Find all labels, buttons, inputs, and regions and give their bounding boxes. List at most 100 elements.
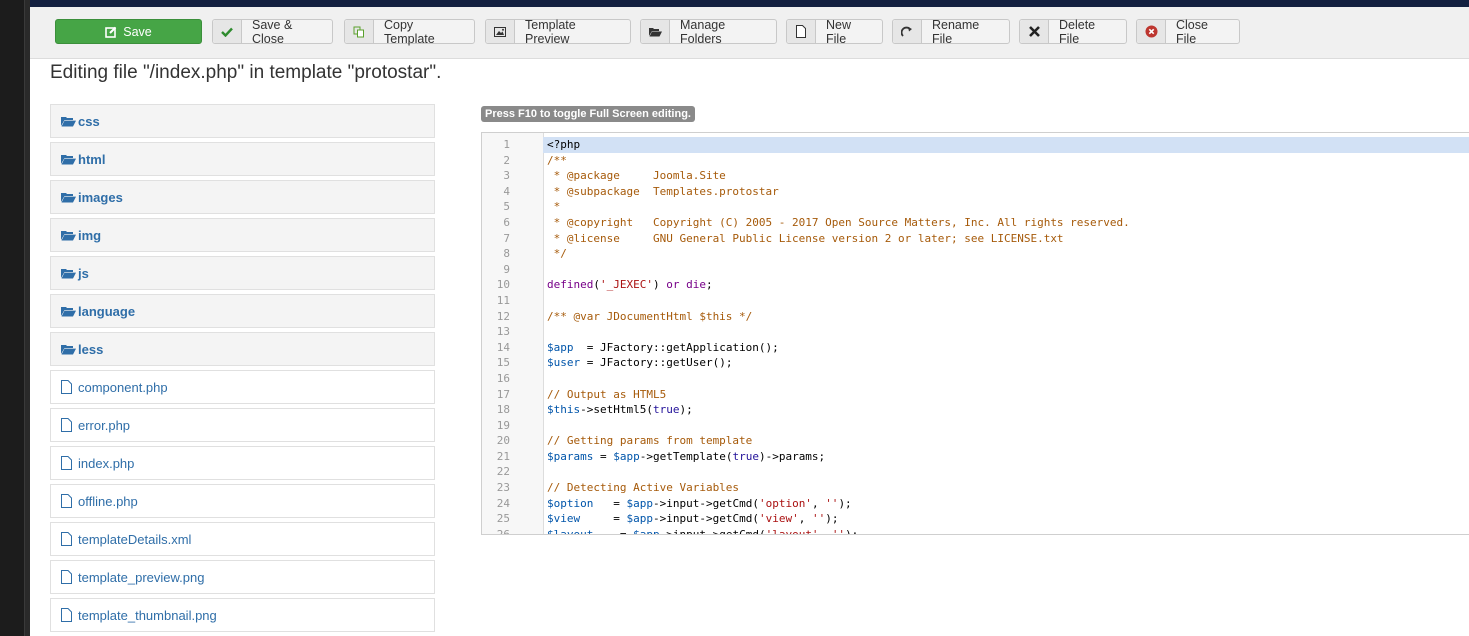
folder-item[interactable]: html <box>50 142 435 176</box>
file-label: template_thumbnail.png <box>78 607 217 623</box>
folder-icon <box>61 304 77 318</box>
folder-icon <box>61 152 77 166</box>
line-code: * @copyright Copyright (C) 2005 - 2017 O… <box>547 215 1469 231</box>
line-number: 18 <box>496 403 510 417</box>
code-token: ( <box>593 278 600 292</box>
code-token: '' <box>811 512 826 526</box>
code-line: 14 $app = JFactory::getApplication(); <box>482 340 1469 356</box>
code-token: * @license GNU General Public License ve… <box>547 231 1064 245</box>
code-token: true <box>732 449 759 463</box>
file-item[interactable]: component.php <box>50 370 435 404</box>
folder-item[interactable]: img <box>50 218 435 252</box>
file-icon <box>787 20 816 43</box>
template-editor-page: Save Save & Close Copy Template Template… <box>30 0 1469 636</box>
code-token: // Output as HTML5 <box>547 387 667 401</box>
folder-label: img <box>78 227 102 243</box>
folder-item[interactable]: js <box>50 256 435 290</box>
copy-template-button[interactable]: Copy Template <box>344 18 475 46</box>
code-token: /** @var JDocumentHtml $this */ <box>547 309 753 323</box>
file-item[interactable]: index.php <box>50 446 435 480</box>
code-token: * @copyright Copyright (C) 2005 - 2017 O… <box>547 215 1130 229</box>
file-label: offline.php <box>78 493 138 509</box>
line-number: 7 <box>503 231 510 245</box>
folder-item[interactable]: less <box>50 332 435 366</box>
folder-item[interactable]: language <box>50 294 435 328</box>
file-label: error.php <box>78 417 131 433</box>
code-token: , <box>818 527 832 535</box>
file-label: index.php <box>78 455 135 471</box>
new-file-button[interactable]: New File <box>786 17 883 46</box>
line-number: 24 <box>496 496 510 510</box>
code-token: , <box>811 496 826 510</box>
new-file-label: New File <box>826 17 852 46</box>
code-token: $app <box>613 449 640 463</box>
code-token: $params <box>547 449 594 463</box>
folder-item[interactable]: css <box>50 104 435 138</box>
code-token: )->params; <box>758 449 826 463</box>
code-token: or <box>666 278 680 292</box>
close-file-button[interactable]: Close File <box>1136 18 1240 46</box>
check-icon <box>213 20 242 43</box>
line-number: 15 <box>496 356 510 370</box>
edit-icon <box>105 26 117 38</box>
folder-item[interactable]: images <box>50 180 435 214</box>
code-token: '' <box>825 496 839 510</box>
save-close-label: Save & Close <box>252 17 293 46</box>
code-token: ); <box>679 403 693 417</box>
code-line: 15 $user = JFactory::getUser(); <box>482 355 1469 371</box>
save-button[interactable]: Save <box>55 19 202 44</box>
code-line: 13 <box>482 324 1469 340</box>
line-code: // Detecting Active Variables <box>547 480 1469 496</box>
code-token: ->getTemplate( <box>639 449 733 463</box>
code-editor[interactable]: 1 <?php 2/** 3 * @package Joomla.Site 4 * @s… <box>481 132 1469 535</box>
file-item[interactable]: templateDetails.xml <box>50 522 435 556</box>
file-icon <box>61 380 77 394</box>
code-token: 'option' <box>758 496 812 510</box>
file-item[interactable]: template_preview.png <box>50 560 435 594</box>
code-token: ->setHtml5( <box>580 403 653 417</box>
line-number: 12 <box>496 309 510 323</box>
code-line: 19 <box>482 418 1469 434</box>
code-line: 8 */ <box>482 246 1469 262</box>
line-code: defined('_JEXEC') or die; <box>547 277 1469 293</box>
code-line: 25 $view = $app->input->getCmd('view', ''… <box>482 511 1469 527</box>
code-line: 12 /** @var JDocumentHtml $this */ <box>482 309 1469 325</box>
line-code: $view = $app->input->getCmd('view', ''); <box>547 511 1469 527</box>
line-code: /** @var JDocumentHtml $this */ <box>547 309 1469 325</box>
delete-file-button[interactable]: Delete File <box>1019 18 1127 46</box>
manage-folders-button[interactable]: Manage Folders <box>640 18 777 46</box>
code-token: $user <box>547 356 581 370</box>
rename-file-label: Rename File <box>932 17 980 46</box>
line-number: 23 <box>496 481 510 495</box>
rename-file-button[interactable]: Rename File <box>892 17 1010 46</box>
code-token: = JFactory::getUser(); <box>580 356 733 370</box>
refresh-icon <box>893 20 922 43</box>
fullscreen-hint: Press F10 to toggle Full Screen editing. <box>481 106 695 122</box>
file-item[interactable]: offline.php <box>50 484 435 518</box>
file-icon <box>61 532 77 546</box>
code-token: defined <box>547 278 594 292</box>
file-icon <box>61 418 77 432</box>
code-line: 21 $params = $app->getTemplate(true)->par… <box>482 449 1469 465</box>
code-line: 20 // Getting params from template <box>482 433 1469 449</box>
folder-label: images <box>78 189 123 205</box>
line-number: 13 <box>496 325 510 339</box>
template-preview-button[interactable]: Template Preview <box>485 17 631 46</box>
line-code: * @subpackage Templates.protostar <box>547 184 1469 200</box>
file-item[interactable]: error.php <box>50 408 435 442</box>
code-token: , <box>798 512 812 526</box>
line-code: /** <box>547 153 1469 169</box>
template-preview-label: Template Preview <box>525 17 576 46</box>
file-item[interactable]: template_thumbnail.png <box>50 598 435 632</box>
code-token: '' <box>831 527 846 535</box>
code-token: = <box>593 449 614 463</box>
save-close-button[interactable]: Save & Close <box>212 17 333 46</box>
code-token: 'layout' <box>765 527 819 535</box>
toolbar: Save Save & Close Copy Template Template… <box>30 7 1469 59</box>
code-token: '_JEXEC' <box>599 278 653 292</box>
folder-icon <box>61 114 77 128</box>
page-heading: Editing file "/index.php" in template "p… <box>50 62 442 83</box>
code-line: 22 <box>482 464 1469 480</box>
